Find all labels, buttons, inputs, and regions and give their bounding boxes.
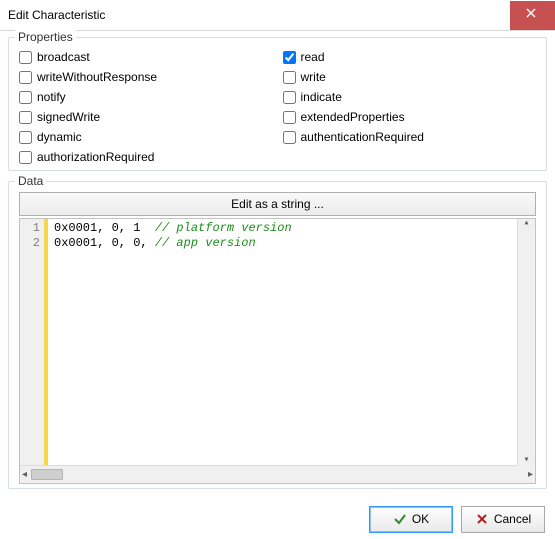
code-text: 0x0001, 0, 0,	[54, 236, 155, 250]
edit-as-string-button[interactable]: Edit as a string ...	[19, 192, 536, 216]
scroll-down-icon[interactable]: ▾	[523, 456, 529, 465]
vertical-scrollbar[interactable]: ▴ ▾	[517, 219, 535, 465]
button-bar: OK Cancel	[0, 499, 555, 539]
checkbox-label: dynamic	[37, 130, 82, 144]
checkbox-label: broadcast	[37, 50, 90, 64]
checkbox-broadcast[interactable]: broadcast	[19, 50, 273, 64]
checkbox-input-extendedProperties[interactable]	[283, 111, 296, 124]
checkbox-input-authorizationRequired[interactable]	[19, 151, 32, 164]
check-icon	[393, 512, 407, 526]
checkbox-input-indicate[interactable]	[283, 91, 296, 104]
code-editor[interactable]: 12 0x0001, 0, 1 // platform version0x000…	[19, 218, 536, 484]
checkbox-authorizationRequired[interactable]: authorizationRequired	[19, 150, 273, 164]
scroll-right-icon[interactable]: ▸	[528, 470, 533, 480]
checkbox-input-notify[interactable]	[19, 91, 32, 104]
checkbox-label: authenticationRequired	[301, 130, 424, 144]
dialog-body: Properties broadcast read writeWithoutResp…	[0, 31, 555, 499]
checkbox-input-write[interactable]	[283, 71, 296, 84]
scroll-up-icon[interactable]: ▴	[523, 219, 529, 229]
editor-content: 12 0x0001, 0, 1 // platform version0x000…	[20, 219, 535, 465]
code-text: 0x0001, 0, 1	[54, 221, 155, 235]
code-comment: // app version	[155, 236, 256, 250]
properties-group: Properties broadcastreadwriteWithoutResp…	[8, 37, 547, 171]
cancel-label: Cancel	[494, 512, 531, 526]
checkbox-notify[interactable]: notify	[19, 90, 273, 104]
properties-legend: Properties	[15, 30, 76, 44]
checkbox-signedWrite[interactable]: signedWrite	[19, 110, 273, 124]
checkbox-authenticationRequired[interactable]: authenticationRequired	[283, 130, 537, 144]
checkbox-extendedProperties[interactable]: extendedProperties	[283, 110, 537, 124]
checkbox-label: notify	[37, 90, 66, 104]
ok-button[interactable]: OK	[369, 506, 453, 533]
close-button[interactable]	[510, 1, 555, 30]
edit-as-string-label: Edit as a string ...	[231, 197, 324, 211]
checkbox-label: extendedProperties	[301, 110, 405, 124]
checkbox-label: signedWrite	[37, 110, 100, 124]
scroll-left-icon[interactable]: ◂	[22, 470, 27, 480]
checkbox-label: authorizationRequired	[37, 150, 154, 164]
checkbox-read[interactable]: read	[283, 50, 537, 64]
cancel-button[interactable]: Cancel	[461, 506, 545, 533]
checkbox-dynamic[interactable]: dynamic	[19, 130, 273, 144]
checkbox-input-authenticationRequired[interactable]	[283, 131, 296, 144]
editor-code-area[interactable]: 0x0001, 0, 1 // platform version0x0001, …	[48, 219, 535, 465]
hscroll-thumb[interactable]	[31, 469, 63, 480]
code-line[interactable]: 0x0001, 0, 0, // app version	[54, 236, 535, 251]
checkbox-indicate[interactable]: indicate	[283, 90, 537, 104]
checkbox-input-read[interactable]	[283, 51, 296, 64]
dialog-window: Edit Characteristic Properties broadcast…	[0, 0, 555, 539]
checkbox-label: writeWithoutResponse	[37, 70, 157, 84]
ok-label: OK	[412, 512, 429, 526]
checkbox-input-writeWithoutResponse[interactable]	[19, 71, 32, 84]
checkbox-write[interactable]: write	[283, 70, 537, 84]
editor-gutter: 12	[20, 219, 48, 465]
properties-grid: broadcast read writeWithoutResponse write no…	[19, 48, 536, 164]
titlebar: Edit Characteristic	[0, 0, 555, 31]
data-group: Data Edit as a string ... 12 0x0001, 0, …	[8, 181, 547, 489]
code-line[interactable]: 0x0001, 0, 1 // platform version	[54, 221, 535, 236]
checkbox-label: read	[301, 50, 325, 64]
checkbox-label: write	[301, 70, 326, 84]
checkbox-input-dynamic[interactable]	[19, 131, 32, 144]
line-number: 2	[20, 236, 40, 251]
data-legend: Data	[15, 174, 46, 188]
checkbox-input-broadcast[interactable]	[19, 51, 32, 64]
checkbox-writeWithoutResponse[interactable]: writeWithoutResponse	[19, 70, 273, 84]
horizontal-scrollbar[interactable]: ◂ ▸	[20, 465, 535, 483]
code-comment: // platform version	[155, 221, 292, 235]
close-icon	[526, 8, 540, 22]
checkbox-label: indicate	[301, 90, 342, 104]
window-title: Edit Characteristic	[8, 8, 105, 22]
cross-icon	[475, 512, 489, 526]
checkbox-input-signedWrite[interactable]	[19, 111, 32, 124]
line-number: 1	[20, 221, 40, 236]
